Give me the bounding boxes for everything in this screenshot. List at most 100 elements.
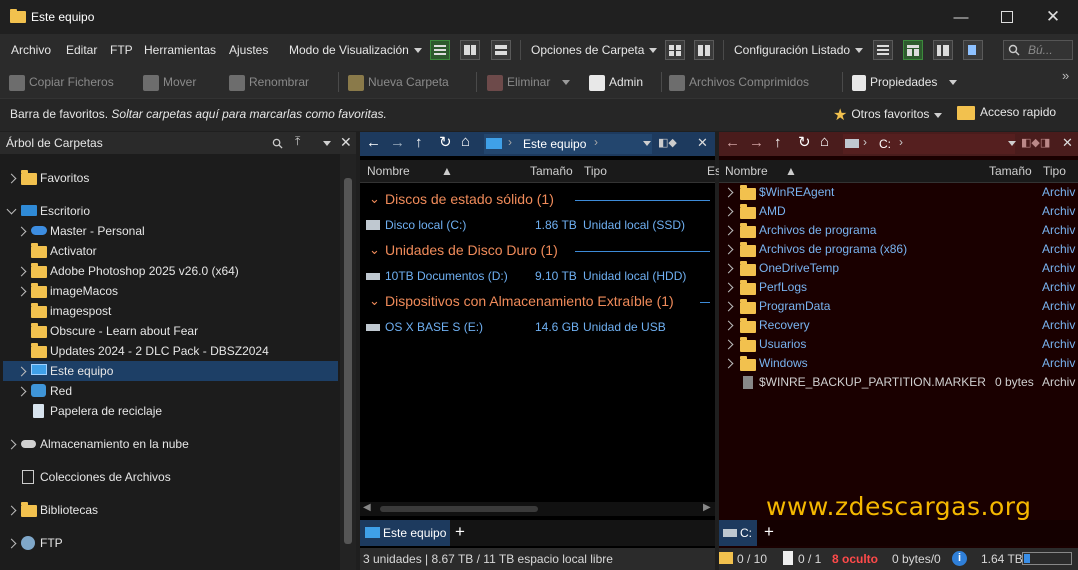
tree-item-obscure[interactable]: Obscure - Learn about Fear [0,321,340,341]
list-view-icon[interactable] [460,40,480,60]
chevron-right-icon[interactable] [723,187,734,198]
details-view-icon[interactable] [430,40,450,60]
menu-editar[interactable]: Editar [66,34,97,66]
file-row[interactable]: Usuarios Archiv [719,335,1078,354]
tree-item-network[interactable]: Red [0,381,340,401]
column-name[interactable]: Nombre [725,164,768,178]
properties-button[interactable]: Propiedades [852,66,958,98]
close-icon[interactable]: ✕ [340,134,352,151]
pointer-icon[interactable] [963,40,983,60]
tree-item-libraries[interactable]: Bibliotecas [0,500,340,520]
search-icon[interactable] [272,138,283,149]
tree-item-this-pc[interactable]: Este equipo [3,361,338,381]
tree-item-imagemacos[interactable]: imageMacos [0,281,340,301]
chevron-right-icon[interactable] [723,263,734,274]
scrollbar-thumb[interactable] [344,178,352,544]
scroll-left-icon[interactable]: ◀ [363,502,371,513]
column-size[interactable]: Tamaño [530,164,573,178]
layout-columns-icon[interactable] [903,40,923,60]
scrollbar-thumb[interactable] [380,506,538,512]
tab-c-drive[interactable]: C: [719,520,757,546]
collapse-chevron-icon[interactable]: ⌄ [369,191,380,207]
up-arrow-icon[interactable]: ↑ [774,134,782,151]
hidden-count[interactable]: 8 oculto [832,552,878,566]
delete-button[interactable]: Eliminar [487,66,571,98]
new-folder-button[interactable]: Nueva Carpeta [348,66,449,98]
tree-item-recycle-bin[interactable]: Papelera de reciclaje [0,401,340,421]
home-icon[interactable]: ⌂ [461,133,470,150]
refresh-icon[interactable]: ↻ [439,133,452,151]
home-icon[interactable]: ⌂ [820,133,829,150]
compressed-files-button[interactable]: Archivos Comprimidos [669,66,809,98]
file-row[interactable]: Archivos de programa Archiv [719,221,1078,240]
up-arrow-icon[interactable]: ↑ [415,134,423,151]
add-tab-icon[interactable]: + [764,522,774,542]
folder-layout-icon[interactable] [665,40,685,60]
chevron-right-icon[interactable] [723,320,734,331]
column-type[interactable]: Tipo [1043,164,1066,178]
column-type[interactable]: Tipo [584,164,607,178]
file-row[interactable]: AMD Archiv [719,202,1078,221]
tree-scrollbar[interactable] [340,154,356,570]
quick-access-button[interactable]: Acceso rapido [957,105,1056,120]
chevron-right-icon[interactable] [723,339,734,350]
tree-options-dropdown[interactable] [318,136,331,150]
copy-files-button[interactable]: Copiar Ficheros [9,66,114,98]
tree-item-photoshop[interactable]: Adobe Photoshop 2025 v26.0 (x64) [0,261,340,281]
back-arrow-icon[interactable]: ← [725,134,740,151]
file-row[interactable]: Recovery Archiv [719,316,1078,335]
menu-archivo[interactable]: Archivo [11,34,51,66]
path-dropdown[interactable] [638,136,651,150]
forward-arrow-icon[interactable]: → [749,134,764,151]
chevron-right-icon[interactable] [723,225,734,236]
tree-item-master-personal[interactable]: Master - Personal [0,221,340,241]
file-row[interactable]: Archivos de programa (x86) Archiv [719,240,1078,259]
path-dropdown[interactable] [1003,136,1016,150]
minimize-button[interactable]: — [938,0,984,34]
move-button[interactable]: Mover [143,66,196,98]
column-size[interactable]: Tamaño [989,164,1032,178]
drive-row-e[interactable]: OS X BASE S (E:) 14.6 GB Unidad de USB [366,319,706,337]
drive-row-d[interactable]: 10TB Documentos (D:) 9.10 TB Unidad loca… [366,268,706,286]
layout-preview-icon[interactable] [933,40,953,60]
add-tab-icon[interactable]: + [455,522,465,542]
drive-row-c[interactable]: Disco local (C:) 1.86 TB Unidad local (S… [366,217,706,235]
left-hscrollbar[interactable]: ◀ ▶ [360,502,715,516]
close-icon[interactable]: ✕ [1062,135,1073,151]
dual-pane-icon[interactable] [694,40,714,60]
chevron-right-icon[interactable] [723,282,734,293]
chevron-right-icon[interactable] [723,244,734,255]
tab-this-pc[interactable]: Este equipo [360,520,450,546]
forward-arrow-icon[interactable]: → [390,134,405,151]
scroll-right-icon[interactable]: ▶ [703,502,711,513]
tree-item-collections[interactable]: Colecciones de Archivos [0,467,340,487]
chevron-right-icon[interactable] [723,301,734,312]
tree-item-imagespost[interactable]: imagespost [0,301,340,321]
menu-ftp[interactable]: FTP [110,34,133,66]
list-config-menu[interactable]: Configuración Listado [734,34,864,66]
pane-nav-icon[interactable]: ◧◆ [658,136,677,149]
overflow-chevron-icon[interactable]: » [1062,68,1069,83]
collapse-chevron-icon[interactable]: ⌄ [369,242,380,258]
chevron-right-icon[interactable] [723,206,734,217]
collapse-chevron-icon[interactable]: ⌄ [369,293,380,309]
file-row[interactable]: Windows Archiv [719,354,1078,373]
layout-rows-icon[interactable] [873,40,893,60]
tree-item-ftp[interactable]: FTP [0,533,340,553]
rename-button[interactable]: Renombrar [229,66,309,98]
info-icon[interactable]: i [952,551,967,566]
folder-options-menu[interactable]: Opciones de Carpeta [531,34,658,66]
chevron-right-icon[interactable] [723,358,734,369]
other-favorites-button[interactable]: ★ Otros favoritos [833,105,943,125]
file-row[interactable]: $WinREAgent Archiv [719,183,1078,202]
view-mode-menu[interactable]: Modo de Visualización [289,34,422,66]
left-address-field[interactable]: › Este equipo › [484,134,652,154]
close-icon[interactable]: ✕ [697,135,708,151]
menu-herramientas[interactable]: Herramientas [144,34,216,66]
tree-item-desktop[interactable]: Escritorio [0,201,340,221]
maximize-button[interactable] [984,0,1030,34]
column-name[interactable]: Nombre [367,164,410,178]
menu-ajustes[interactable]: Ajustes [229,34,268,66]
tree-item-activator[interactable]: Activator [0,241,340,261]
back-arrow-icon[interactable]: ← [366,134,381,151]
